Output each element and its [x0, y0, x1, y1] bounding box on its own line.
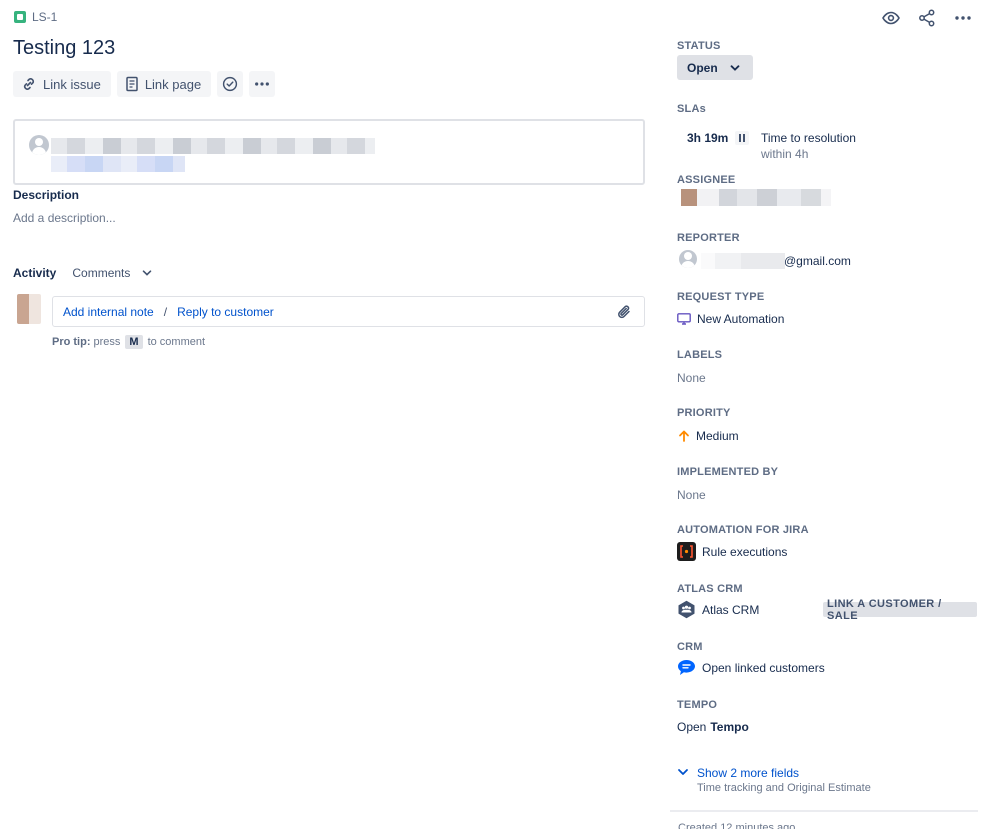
- activity-label: Activity: [13, 266, 57, 280]
- sla-time: 3h 19m: [687, 131, 729, 145]
- priority-value[interactable]: Medium: [678, 429, 739, 443]
- request-details-box: [13, 119, 645, 185]
- checklist-button[interactable]: [217, 71, 244, 97]
- link-customer-sale-button[interactable]: LINK A CUSTOMER / SALE: [823, 598, 977, 622]
- link-issue-button[interactable]: Link issue: [13, 71, 111, 97]
- show-more-fields-label: Show 2 more fields: [697, 766, 800, 780]
- paperclip-icon[interactable]: [616, 304, 632, 320]
- issue-type-icon: [14, 11, 26, 23]
- activity-filter-label: Comments: [72, 266, 131, 280]
- issue-key[interactable]: LS-1: [32, 10, 57, 24]
- activity-header: Activity Comments: [13, 266, 152, 280]
- atlas-crm-label: ATLAS CRM: [677, 583, 743, 595]
- more-button[interactable]: [953, 8, 973, 28]
- atlas-crm-value[interactable]: Atlas CRM: [677, 600, 759, 619]
- redacted-text: [51, 138, 375, 154]
- labels-label: LABELS: [677, 349, 723, 361]
- avatar: [17, 294, 41, 324]
- rule-executions-link[interactable]: Rule executions: [677, 542, 787, 561]
- request-type-label: REQUEST TYPE: [677, 291, 765, 303]
- open-tempo-prefix: Open: [677, 720, 707, 734]
- show-more-fields-button[interactable]: Show 2 more fields: [677, 766, 799, 780]
- pro-tip-press: press: [93, 336, 121, 348]
- open-linked-customers-text: Open linked customers: [702, 660, 825, 675]
- activity-filter-dropdown[interactable]: Comments: [72, 266, 152, 280]
- check-circle-icon: [223, 76, 238, 92]
- show-more-fields-subtitle: Time tracking and Original Estimate: [697, 782, 871, 794]
- chat-bubble-icon: [678, 660, 695, 675]
- assignee-value[interactable]: [681, 189, 831, 206]
- avatar: [679, 250, 697, 268]
- priority-text: Medium: [696, 429, 739, 443]
- issue-toolbar: Link issue Link page: [13, 71, 276, 97]
- status-dropdown[interactable]: Open: [677, 55, 753, 80]
- add-internal-note-link[interactable]: Add internal note: [63, 305, 154, 319]
- open-tempo-link[interactable]: Open Tempo: [677, 720, 749, 734]
- reply-to-customer-link[interactable]: Reply to customer: [177, 305, 274, 319]
- share-button[interactable]: [917, 8, 937, 28]
- issue-breadcrumb[interactable]: LS-1: [14, 10, 57, 24]
- pro-tip-label: Pro tip:: [52, 336, 91, 348]
- implemented-by-value[interactable]: None: [677, 488, 706, 502]
- arrow-up-icon: [679, 430, 689, 442]
- slas-label: SLAs: [677, 103, 706, 115]
- link-page-button[interactable]: Link page: [116, 71, 212, 97]
- redacted-text: [701, 253, 785, 269]
- status-value: Open: [687, 60, 718, 75]
- more-icon: [255, 82, 270, 86]
- atlas-crm-text: Atlas CRM: [702, 602, 760, 617]
- more-icon: [955, 16, 971, 20]
- keyboard-shortcut: M: [125, 335, 143, 349]
- eye-icon: [882, 11, 900, 25]
- chevron-down-icon: [730, 64, 740, 71]
- tempo-label: TEMPO: [677, 699, 718, 711]
- monitor-icon: [677, 313, 691, 325]
- assignee-label: ASSIGNEE: [677, 174, 736, 186]
- page-icon: [126, 76, 138, 92]
- priority-label: PRIORITY: [677, 407, 731, 419]
- comment-editor[interactable]: Add internal note / Reply to customer: [52, 296, 645, 327]
- status-label: STATUS: [677, 40, 721, 52]
- chevron-down-icon: [678, 769, 688, 775]
- request-type-text: New Automation: [697, 312, 785, 326]
- share-icon: [919, 9, 935, 27]
- reporter-email[interactable]: @gmail.com: [784, 254, 851, 268]
- issue-title[interactable]: Testing 123: [13, 37, 115, 60]
- implemented-by-label: IMPLEMENTED BY: [677, 466, 779, 478]
- labels-value[interactable]: None: [677, 371, 706, 385]
- link-issue-label: Link issue: [43, 76, 101, 92]
- rule-executions-text: Rule executions: [702, 544, 788, 559]
- automation-label: AUTOMATION FOR JIRA: [677, 524, 809, 536]
- automation-icon: [677, 542, 696, 561]
- reporter-label: REPORTER: [677, 232, 740, 244]
- link-page-label: Link page: [144, 76, 202, 92]
- watch-button[interactable]: [881, 8, 901, 28]
- created-timestamp: Created 12 minutes ago: [678, 822, 796, 829]
- atlas-crm-icon: [678, 600, 695, 619]
- sla-name: Time to resolution: [761, 131, 856, 145]
- divider: [670, 810, 978, 812]
- description-label: Description: [13, 188, 80, 202]
- sla-target: within 4h: [761, 147, 809, 161]
- more-actions-button[interactable]: [249, 71, 276, 97]
- crm-label: CRM: [677, 641, 703, 653]
- pro-tip-rest: to comment: [147, 336, 206, 348]
- open-linked-customers-link[interactable]: Open linked customers: [677, 659, 825, 676]
- chevron-down-icon: [143, 270, 152, 276]
- issue-header-actions: [881, 8, 973, 28]
- description-input[interactable]: Add a description...: [13, 211, 116, 225]
- avatar: [29, 135, 49, 155]
- separator: /: [163, 304, 168, 319]
- tempo-name: Tempo: [710, 720, 749, 734]
- pro-tip: Pro tip: press M to comment: [52, 335, 205, 349]
- link-icon: [23, 78, 35, 90]
- pause-icon: [735, 131, 749, 145]
- redacted-text: [51, 156, 185, 172]
- request-type-value[interactable]: New Automation: [677, 312, 784, 326]
